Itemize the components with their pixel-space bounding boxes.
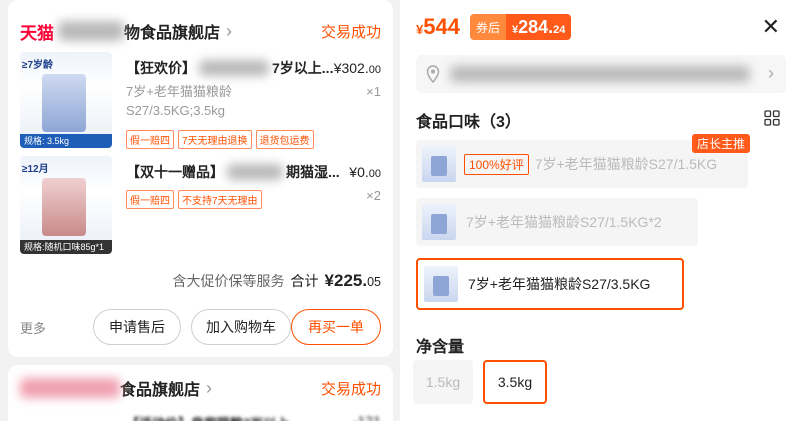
net-weight-option[interactable]: 1.5kg [413, 360, 473, 404]
coupon-price-pill: 券后 ¥284. 24 [469, 14, 572, 40]
shop-name: 食品旗舰店 [120, 382, 201, 399]
item-price: ¥0.00 [349, 164, 381, 180]
price-row: ¥544 券后 ¥284. 24 [416, 14, 572, 40]
order-card: 食品旗舰店 › 交易成功 【活动价】皇家猫粮7岁以上 -121 [8, 365, 393, 421]
item-title-prefix: 【双十一赠品】 [126, 164, 224, 180]
flavor-section-title: 食品口味（3） [416, 114, 521, 131]
item-spec: 7岁+老年猫猫粮龄 S27/3.5KG;3.5kg [126, 82, 232, 120]
item-price-main: ¥302. [333, 60, 369, 76]
item-spec-line: S27/3.5KG;3.5kg [126, 103, 226, 118]
flavor-option-label: 7岁+老年猫猫粮龄S27/3.5KG [468, 276, 651, 292]
item-price: ¥302.00 [334, 60, 381, 76]
service-badge: 假一赔四 [126, 190, 174, 209]
item-quantity: ×1 [366, 84, 381, 99]
product-spec-label: 规格: 3.5kg [20, 134, 112, 148]
item-title-suffix: 期猫湿... [286, 164, 340, 180]
product-image[interactable]: ≥12月 规格:随机口味85g*1 [20, 156, 112, 254]
tmall-logo: 天猫 [20, 23, 54, 43]
coupon-price-cents: 24 [553, 24, 566, 36]
original-price: ¥544 [416, 14, 460, 40]
item-title[interactable]: 【活动价】皇家猫粮7岁以上 [126, 413, 289, 421]
flavor-option[interactable]: 7岁+老年猫猫粮龄S27/1.5KG*2 [416, 198, 698, 246]
coupon-price-main: 284. [518, 17, 554, 37]
total-amount-main: ¥225. [324, 271, 368, 290]
after-sale-button[interactable]: 申请售后 [93, 309, 181, 345]
sku-selector-panel: ¥544 券后 ¥284. 24 ✕ › 食品口味（3） 100%好评 7岁+老年… [400, 0, 800, 421]
service-badges: 假一赔四 7天无理由退换 退货包运费 [126, 130, 314, 149]
product-age-tag: ≥12月 [22, 164, 49, 175]
item-quantity: ×2 [366, 188, 381, 203]
flavor-option-label: 7岁+老年猫猫粮龄S27/1.5KG [534, 156, 718, 172]
flavor-option-label: 7岁+老年猫猫粮龄S27/1.5KG*2 [466, 214, 662, 230]
service-badge: 7天无理由退换 [178, 130, 252, 149]
coupon-price: ¥284. 24 [505, 14, 572, 40]
add-to-cart-button[interactable]: 加入购物车 [191, 309, 291, 345]
flavor-thumbnail [422, 146, 456, 182]
product-image[interactable]: ≥7岁龄 规格: 3.5kg [20, 52, 112, 148]
product-bag [42, 74, 86, 132]
chevron-right-icon: › [226, 20, 233, 41]
redacted-shop-name [20, 378, 120, 398]
item-price-cents: 00 [368, 168, 381, 180]
item-title-prefix: 【狂欢价】 [126, 60, 196, 76]
more-link[interactable]: 更多 [20, 318, 46, 337]
shop-name: 物食品旗舰店 [124, 25, 221, 42]
redacted-shop-name [58, 21, 124, 41]
shop-header[interactable]: 食品旗舰店 › [20, 377, 212, 399]
rebuy-button[interactable]: 再买一单 [291, 309, 381, 345]
order-card: 天猫 物食品旗舰店 › 交易成功 ≥7岁龄 规格: 3.5kg 【狂欢价】 7岁… [8, 0, 393, 357]
close-icon[interactable]: ✕ [762, 14, 780, 40]
total-amount-cents: 05 [367, 275, 381, 289]
coupon-label: 券后 [469, 14, 506, 40]
product-spec-label: 规格:随机口味85g*1 [20, 240, 112, 254]
redacted-title [227, 164, 283, 180]
redacted-title [199, 60, 269, 76]
service-badges: 假一赔四 不支持7天无理由 [126, 190, 262, 209]
item-title[interactable]: 【狂欢价】 7岁以上... [126, 58, 333, 78]
product-bag [42, 178, 86, 236]
service-badge: 不支持7天无理由 [178, 190, 262, 209]
shop-header[interactable]: 天猫 物食品旗舰店 › [20, 20, 233, 43]
redacted-address [450, 66, 750, 82]
total-label: 合计 [290, 273, 319, 289]
item-price-cents: 00 [368, 64, 381, 76]
chevron-right-icon: › [768, 63, 774, 83]
flavor-thumbnail [424, 266, 458, 302]
net-weight-section-title: 净含量 [416, 339, 465, 356]
order-list-panel: 天猫 物食品旗舰店 › 交易成功 ≥7岁龄 规格: 3.5kg 【狂欢价】 7岁… [0, 0, 400, 421]
item-price: -121 [352, 413, 381, 421]
product-age-tag: ≥7岁龄 [22, 60, 54, 71]
grid-view-icon[interactable] [764, 110, 780, 126]
location-pin-icon [426, 65, 440, 83]
order-status: 交易成功 [320, 381, 381, 398]
item-spec-line: 7岁+老年猫猫粮龄 [126, 84, 232, 99]
service-badge: 退货包运费 [255, 130, 314, 149]
rating-badge: 100%好评 [464, 153, 529, 175]
service-badge: 假一赔四 [126, 130, 174, 149]
original-price-value: 544 [423, 14, 460, 39]
item-title[interactable]: 【双十一赠品】 期猫湿... [126, 162, 340, 182]
total-amount: ¥225.05 [325, 271, 381, 291]
delivery-address[interactable]: › [416, 55, 786, 93]
total-note: 含大促价保等服务 [172, 273, 285, 289]
item-price-main: ¥0. [349, 164, 369, 180]
net-weight-option-selected[interactable]: 3.5kg [483, 360, 547, 404]
order-status: 交易成功 [320, 24, 381, 41]
chevron-right-icon: › [206, 377, 213, 398]
order-total: 含大促价保等服务 合计 ¥225.05 [173, 271, 381, 291]
item-title-suffix: 7岁以上... [272, 60, 334, 76]
flavor-option-selected[interactable]: 7岁+老年猫猫粮龄S27/3.5KG [416, 258, 684, 310]
flavor-thumbnail [422, 204, 456, 240]
recommend-tag: 店长主推 [691, 134, 750, 153]
